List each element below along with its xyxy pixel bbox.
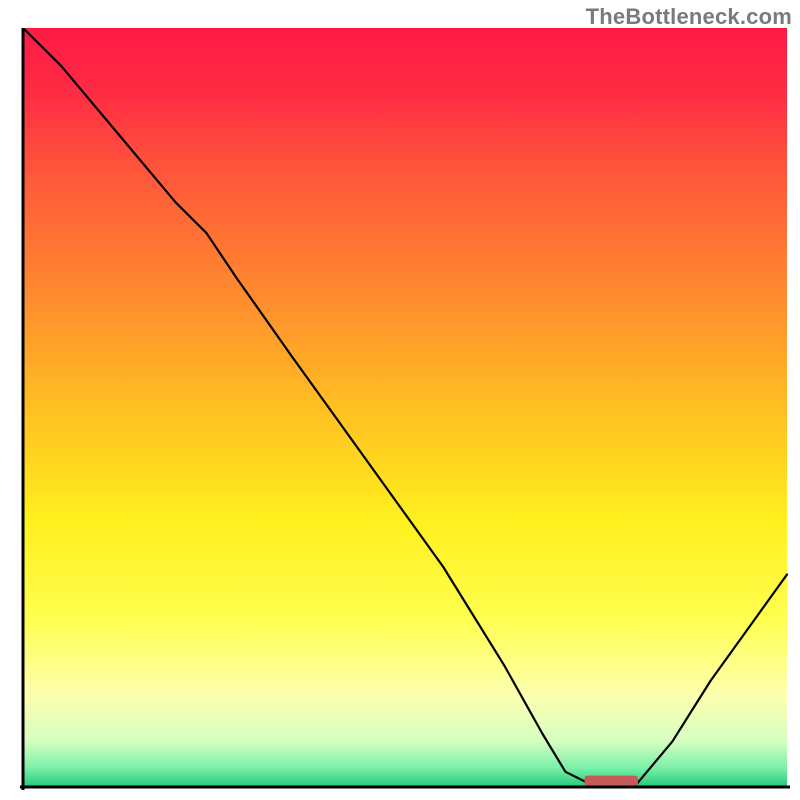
watermark-text: TheBottleneck.com [586,4,792,30]
chart-background-gradient [23,28,787,787]
optimal-marker [585,776,638,787]
chart-container [20,28,790,790]
chart-svg [20,28,790,790]
